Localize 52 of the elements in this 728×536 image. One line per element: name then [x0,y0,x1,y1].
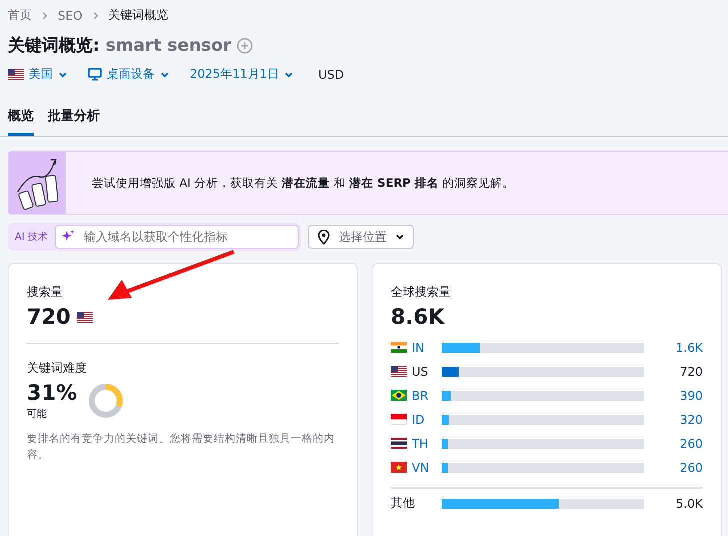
flag-icon [8,69,24,80]
chevron-right-icon [41,12,49,20]
sparkle-icon [62,230,75,243]
difficulty-rating: 可能 [27,408,48,421]
metric-label: 关键词难度 [27,360,88,377]
page-title: 关键词概览: [8,35,100,57]
location-pin-icon [316,230,331,244]
metric-value: 720 [27,305,71,329]
flag-icon [76,312,93,322]
volume-value: 390 [680,388,703,402]
ai-label: AI 技术 [14,230,49,244]
country-dropdown[interactable]: 美国 [8,66,68,83]
device-dropdown[interactable]: 桌面设备 [88,66,170,83]
flag-icon [391,342,407,353]
metric-label: 全球搜索量 [391,284,452,301]
volume-value: 260 [680,436,703,450]
monitor-icon [88,68,102,81]
country-link[interactable]: VN [412,460,442,474]
tab[interactable]: 概览 [8,107,34,136]
flag-icon [391,390,407,401]
volume-value: 5.0K [676,496,703,510]
metric-label: 搜索量 [27,284,64,301]
country-link[interactable]: US [412,364,442,378]
country-link[interactable]: TH [412,436,442,450]
volume-value: 720 [680,364,703,378]
flag-icon [391,414,407,425]
breadcrumb-item[interactable]: 首页 [8,7,32,24]
currency-selector[interactable]: USD [318,68,344,82]
chevron-right-icon [92,12,100,20]
tab[interactable]: 批量分析 [48,107,100,136]
flag-icon [391,438,407,449]
country-link[interactable]: IN [412,340,442,354]
chevron-down-icon [394,232,405,242]
country-link[interactable]: BR [412,388,442,402]
flag-icon [391,462,407,473]
breadcrumb-item[interactable]: SEO [58,8,83,22]
metric-value: 8.6K [391,305,444,329]
difficulty-description: 要排名的有竞争力的关键词。您将需要结构清晰且独具一格的内容。 [27,432,336,464]
volume-value: 1.6K [676,340,703,354]
location-dropdown[interactable]: 选择位置 [308,225,414,249]
flag-icon [391,366,407,377]
add-icon[interactable] [237,38,254,54]
breadcrumb-item: 关键词概览 [108,7,169,24]
date-dropdown[interactable]: 2025年11月1日 [190,66,294,83]
difficulty-value: 31% [27,381,78,405]
other-label: 其他 [391,495,416,512]
domain-input-field[interactable]: 输入域名以获取个性化指标 [54,225,299,249]
volume-value: 320 [680,412,703,426]
volume-value: 260 [680,460,703,474]
country-link[interactable]: ID [412,412,442,426]
keyword-title: smart sensor [106,36,232,56]
banner-text: 尝试使用增强版 AI 分析，获取有关 潜在流量 和 潜在 SERP 排名 的洞察见解。 [92,176,515,190]
